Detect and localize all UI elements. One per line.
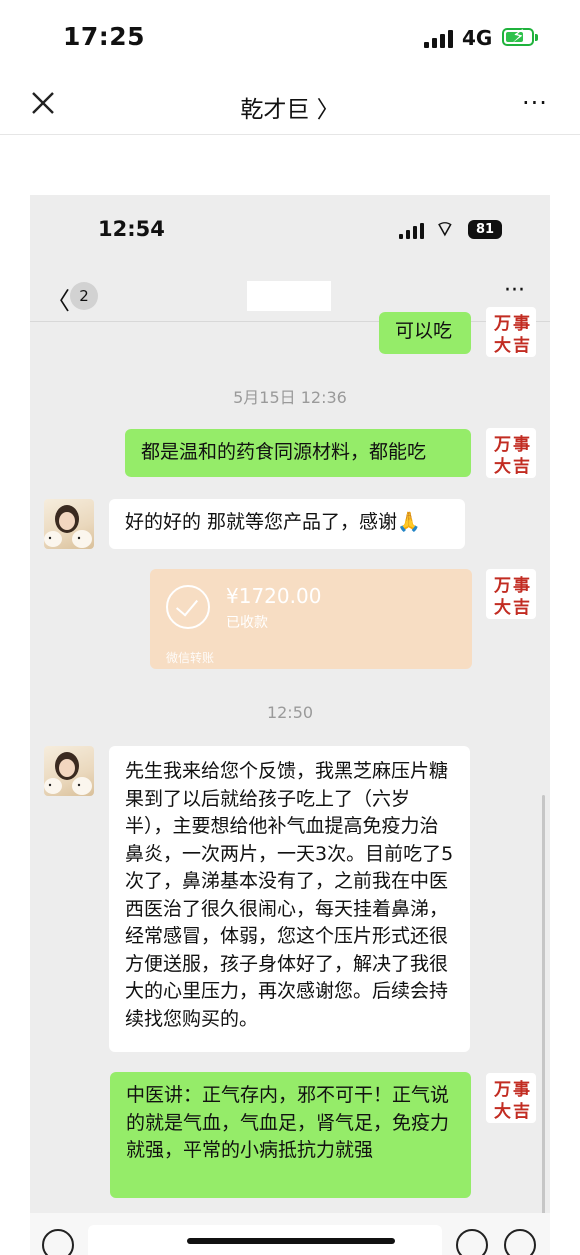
more-icon[interactable]: ··· [522, 89, 548, 117]
transfer-footer: 微信转账 [166, 651, 215, 665]
message-bubble-sent: 中医讲：正气存内，邪不可干！正气说的就是气血，气血足，肾气足，免疫力就强，平常的… [110, 1072, 471, 1198]
sender-avatar: 万事 大吉 [486, 307, 536, 357]
network-label: 4G [462, 26, 493, 50]
contact-photo [44, 752, 92, 795]
transfer-card[interactable]: ¥1720.00 已收款 微信转账 [150, 569, 472, 669]
transfer-status: 已收款 [226, 615, 268, 631]
unread-badge: 2 [70, 282, 98, 310]
plus-icon[interactable] [504, 1229, 536, 1255]
contact-avatar[interactable] [44, 499, 94, 549]
inner-status-time: 12:54 [98, 217, 165, 241]
contact-name-redacted [247, 281, 331, 311]
signal-icon [424, 30, 454, 48]
sender-avatar: 万事 大吉 [486, 569, 536, 619]
message-bubble-received: 好的好的 那就等您产品了，感谢🙏 [109, 499, 465, 549]
transfer-amount: ¥1720.00 [226, 584, 322, 608]
timestamp: 5月15日 12:36 [233, 388, 347, 407]
battery-cap [535, 34, 538, 41]
chat-more-icon[interactable]: ··· [504, 278, 525, 303]
message-bubble-sent: 都是温和的药食同源材料，都能吃 [125, 429, 471, 477]
contact-photo [44, 505, 92, 548]
timestamp: 12:50 [266, 703, 314, 722]
emoji-icon[interactable] [456, 1229, 488, 1255]
status-time: 17:25 [63, 22, 146, 51]
scrollbar[interactable] [542, 795, 545, 1235]
sender-avatar: 万事 大吉 [486, 428, 536, 478]
contact-avatar[interactable] [44, 746, 94, 796]
back-icon[interactable]: 〈 [46, 281, 70, 316]
sender-avatar: 万事 大吉 [486, 1073, 536, 1123]
inner-signal-icon [399, 223, 425, 239]
status-bar: 17:25 4G ⚡ [0, 0, 580, 76]
check-circle-icon [166, 585, 210, 629]
chat-input-bar [30, 1213, 550, 1255]
battery-icon: ⚡ [502, 26, 534, 47]
voice-icon[interactable] [42, 1229, 74, 1255]
chat-header: 〈 2 ··· [30, 265, 550, 322]
inner-battery-icon: 81 [468, 220, 502, 239]
chat-screenshot: 12:54 ⌔ 81 〈 2 ··· 可以吃 万事 大吉 5月15日 12:36… [30, 195, 550, 1255]
message-bubble-sent: 可以吃 [379, 312, 471, 354]
home-indicator[interactable] [187, 1238, 395, 1244]
wifi-icon: ⌔ [435, 217, 455, 241]
page-title[interactable]: 乾才巨 〉 [0, 90, 580, 124]
top-nav: 乾才巨 〉 ··· [0, 76, 580, 135]
message-bubble-received: 先生我来给您个反馈，我黑芝麻压片糖果到了以后就给孩子吃上了（六岁半），主要想给他… [109, 746, 470, 1052]
